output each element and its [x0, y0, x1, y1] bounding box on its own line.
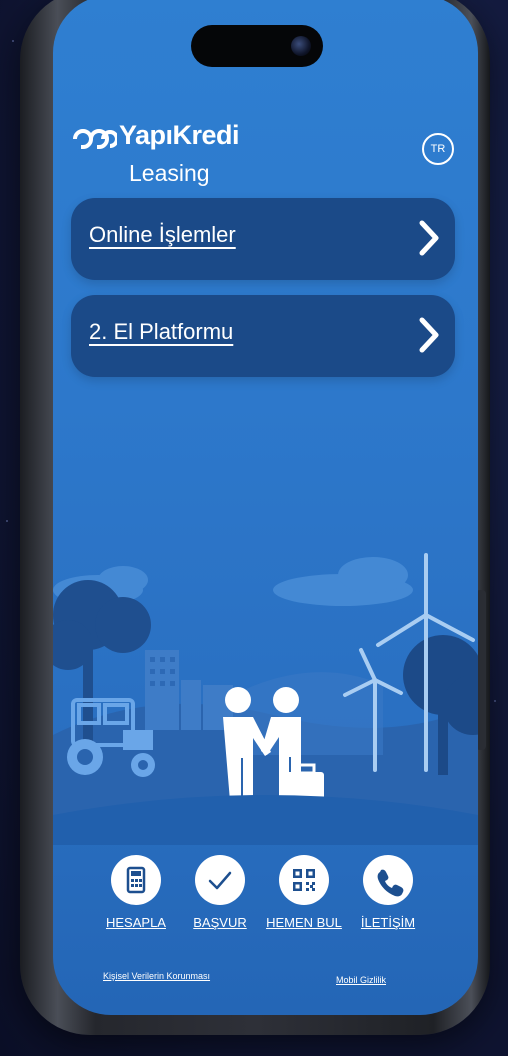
menu-item-2el-platformu[interactable]: 2. El Platformu [71, 295, 455, 377]
action-basvur[interactable]: BAŞVUR [175, 855, 265, 930]
phone-frame: YapıKredi Leasing TR Online İşlemler 2. … [20, 0, 490, 1035]
brand-name: YapıKredi [119, 120, 240, 150]
menu-item-label: 2. El Platformu [89, 319, 234, 344]
action-label: HESAPLA [106, 915, 166, 930]
menu-item-label: Online İşlemler [89, 222, 236, 247]
yapikredi-logo-icon [73, 129, 117, 149]
camera-icon [291, 36, 311, 56]
qr-code-icon [279, 855, 329, 905]
footer-link-privacy[interactable]: Mobil Gizlilik [336, 975, 386, 985]
footer-link-kvkk[interactable]: Kişisel Verilerin Korunması [103, 971, 210, 981]
action-label: İLETİŞİM [360, 915, 416, 930]
chevron-right-icon [419, 317, 439, 353]
action-iletisim[interactable]: İLETİŞİM [343, 855, 433, 930]
dynamic-island [191, 25, 323, 67]
calculator-icon [111, 855, 161, 905]
action-hemen-bul[interactable]: HEMEN BUL [259, 855, 349, 930]
checkmark-icon [195, 855, 245, 905]
brand-subtitle: Leasing [129, 160, 210, 186]
handshake-illustration [53, 553, 478, 845]
menu-item-online-islemler[interactable]: Online İşlemler [71, 198, 455, 280]
language-toggle[interactable]: TR [422, 133, 454, 165]
chevron-right-icon [419, 220, 439, 256]
action-hesapla[interactable]: HESAPLA [91, 855, 181, 930]
app-screen: YapıKredi Leasing TR Online İşlemler 2. … [53, 0, 478, 1015]
phone-icon [363, 855, 413, 905]
action-label: BAŞVUR [193, 915, 247, 930]
action-label: HEMEN BUL [266, 915, 342, 930]
